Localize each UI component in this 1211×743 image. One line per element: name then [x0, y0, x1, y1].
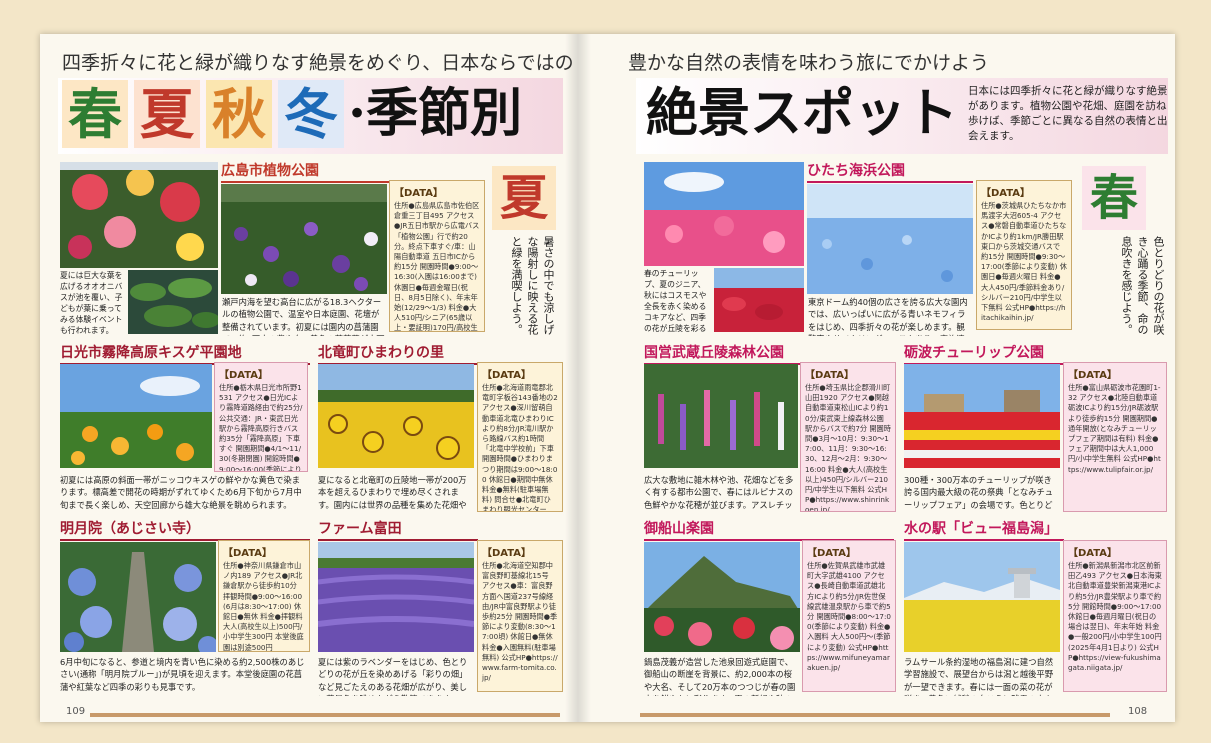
hokuryu-data-text: 住所●北海道雨竜郡北竜町字板谷143番地の2 アクセス●深川留萌自動車道北竜ひま… [482, 383, 558, 512]
hokuryu-description: 夏になると北竜町の丘陵地一帯が200万本を超えるひまわりで埋め尽くされます。園内… [318, 475, 467, 510]
title-season-spring: 春 [62, 80, 128, 148]
title-season-autumn: 秋 [206, 80, 272, 148]
nikko-data-text: 住所●栃木県日光市所野1531 アクセス●日光ICより霧降道路経由で約25分/公… [219, 383, 303, 472]
nikko-data-heading: 【DATA】 [219, 370, 269, 381]
hiroshima-data-box: 【DATA】 住所●広島県広島市佐伯区倉重三丁目495 アクセス●JR五日市駅か… [389, 180, 485, 332]
page-bar-right [640, 713, 1110, 717]
mifuneyama-data-heading: 【DATA】 [807, 548, 857, 559]
musashi-description: 広大な敷地に雑木林や池、花畑などを多く有する都市公園で、春にはルピナスの色鮮やか… [644, 475, 794, 510]
hiroshima-title: 広島市植物公園 [221, 161, 391, 183]
musashi-data-text: 住所●埼玉県比企郡滑川町山田1920 アクセス●関越自動車道東松山ICより約10… [805, 383, 891, 512]
page-bar-left [90, 713, 560, 717]
tomita-data-box: 【DATA】 住所●北海道空知郡中富良野町基線北15号 アクセス●車：富良野方面… [477, 540, 563, 692]
musashi-lupine-photo [644, 364, 798, 468]
hiroshima-iris-photo [221, 184, 387, 294]
nikko-daylily-photo [60, 364, 212, 468]
nikko-description: 初夏には高原の斜面一帯がニッコウキスゲの鮮やかな黄色で染まります。標高差で開花の… [60, 475, 302, 510]
meigetsuin-data-box: 【DATA】 住所●神奈川県鎌倉市山ノ内189 アクセス●JR北鎌倉駅から徒歩約… [218, 540, 310, 652]
fukushimagata-data-box: 【DATA】 住所●新潟県新潟市北区前新田乙493 アクセス●日本海東北自動車道… [1063, 540, 1167, 692]
nikko-data-box: 【DATA】 住所●栃木県日光市所野1531 アクセス●日光ICより霧降道路経由… [214, 362, 308, 472]
tonami-data-heading: 【DATA】 [1068, 370, 1118, 381]
hiroshima-description: 瀬戸内海を望む高台に広がる18.3ヘクタールの植物公園で、温室や日本庭園、花壇が… [222, 297, 385, 336]
fukushimagata-rapeseed-photo [904, 542, 1060, 652]
tonami-title: 砺波チューリップ公園 [904, 343, 1064, 365]
fukushimagata-description: ラムサール条約湿地の福島潟に建つ自然学習施設で、展望台からは潟と越後平野が一望で… [904, 657, 1054, 696]
lead-text-left: 四季折々に花と緑が織りなす絶景をめぐり、日本ならではの [62, 52, 574, 74]
hitachi-nemophila-photo [807, 184, 973, 294]
tonami-description: 300種・300万本のチューリップが咲き誇る国内最大級の花の祭典「となみチューリ… [904, 475, 1054, 510]
title-season-summer: 夏 [134, 80, 200, 148]
hitachi-data-heading: 【DATA】 [981, 188, 1031, 199]
mifuneyama-garden-photo [644, 542, 800, 652]
fukushimagata-data-text: 住所●新潟県新潟市北区前新田乙493 アクセス●日本海東北自動車道豊栄新潟東港I… [1068, 561, 1162, 673]
intro-text: 日本には四季折々に花と緑が織りなす絶景があります。植物公園や花畑、庭園を訪ね歩け… [968, 85, 1168, 142]
hiroshima-lotus-photo [128, 270, 218, 334]
meigetsuin-data-text: 住所●神奈川県鎌倉市山ノ内189 アクセス●JR北鎌倉駅から徒歩約10分 拝観時… [223, 561, 304, 652]
hitachi-kochia-photo [714, 268, 804, 332]
mifuneyama-data-box: 【DATA】 住所●佐賀県武雄市武雄町大字武雄4100 アクセス●長崎自動車道武… [802, 540, 896, 692]
spring-tag: 春 [1082, 166, 1146, 230]
hiroshima-data-heading: 【DATA】 [394, 188, 444, 199]
tonami-tulip-photo [904, 364, 1060, 468]
hitachi-tulip-photo [644, 162, 804, 266]
hokuryu-data-box: 【DATA】 住所●北海道雨竜郡北竜町字板谷143番地の2 アクセス●深川留萌自… [477, 362, 563, 512]
tonami-data-text: 住所●富山県砺波市花園町1-32 アクセス●北陸自動車道砺波ICより約15分/J… [1068, 383, 1161, 474]
meigetsuin-data-heading: 【DATA】 [223, 548, 273, 559]
musashi-data-heading: 【DATA】 [805, 370, 855, 381]
page-number-left: 109 [66, 706, 86, 717]
tomita-data-text: 住所●北海道空知郡中富良野町基線北15号 アクセス●車：富良野方面へ国道237号… [482, 561, 558, 683]
hokuryu-data-heading: 【DATA】 [482, 370, 532, 381]
page-number-right: 108 [1128, 706, 1148, 717]
spring-vertical-text: 色とりどりの花が咲き心踊る季節、命の息吹きを感じよう。 [1120, 236, 1165, 335]
mifuneyama-description: 鍋島茂義が造営した池泉回遊式庭園で、御船山の断崖を背景に、約2,000本の桜や大… [644, 657, 796, 696]
musashi-data-box: 【DATA】 住所●埼玉県比企郡滑川町山田1920 アクセス●関越自動車道東松山… [800, 362, 896, 512]
title-season-winter: 冬 [278, 80, 344, 148]
title-scenic-spots: 絶景スポット [646, 83, 959, 144]
mifuneyama-data-text: 住所●佐賀県武雄市武雄町大字武雄4100 アクセス●長崎自動車道武雄北方ICより… [807, 561, 891, 673]
meigetsuin-description: 6月中旬になると、参道と境内を青い色に染める約2,500株のあじさい(通称「明月… [60, 657, 305, 692]
summer-tag: 夏 [492, 166, 556, 230]
hitachi-data-text: 住所●茨城県ひたちなか市馬渡字大沼605-4 アクセス●常磐自動車道ひたちなかI… [981, 201, 1067, 323]
meigetsuin-hydrangea-photo [60, 542, 216, 652]
fukushimagata-title: 水の駅「ビュー福島潟」 [904, 519, 1064, 541]
hiroshima-greenhouse-photo [60, 162, 218, 268]
hitachi-title: ひたち海浜公園 [807, 161, 973, 183]
mifuneyama-title: 御船山楽園 [644, 519, 894, 541]
summer-vertical-text: 暑さの中でも涼しげな陽射しに映える花と緑を満喫しよう。 [510, 236, 555, 335]
meigetsuin-title: 明月院（あじさい寺） [60, 519, 310, 541]
tomita-data-heading: 【DATA】 [482, 548, 532, 559]
hokuryu-sunflower-photo [318, 364, 474, 468]
hiroshima-data-text: 住所●広島県広島市佐伯区倉重三丁目495 アクセス●JR五日市駅から広電バス「植… [394, 201, 480, 332]
hitachi-data-box: 【DATA】 住所●茨城県ひたちなか市馬渡字大沼605-4 アクセス●常磐自動車… [976, 180, 1072, 330]
fukushimagata-data-heading: 【DATA】 [1068, 548, 1118, 559]
lead-text-right: 豊かな自然の表情を味わう旅にでかけよう [628, 52, 990, 74]
title-seasonal: ·季節別 [348, 83, 523, 144]
tonami-data-box: 【DATA】 住所●富山県砺波市花園町1-32 アクセス●北陸自動車道砺波ICよ… [1063, 362, 1167, 512]
page-gutter [565, 34, 591, 722]
tomita-lavender-photo [318, 542, 474, 652]
hokuryu-title: 北竜町ひまわりの里 [318, 343, 478, 365]
hitachi-description: 東京ドーム約40個の広さを誇る広大な園内では、広いっぱいに広がる青いネモフィラを… [808, 297, 968, 336]
tomita-title: ファーム富田 [318, 519, 478, 541]
tomita-description: 夏には紫のラベンダーをはじめ、色とりどりの花が丘を染めあげる「彩りの畑」など見ご… [318, 657, 468, 696]
hiroshima-small-caption: 夏には巨大な葉を広げるオオオニバスが池を覆い、子どもが葉に乗ってみる体験イベント… [60, 271, 123, 335]
hitachi-small-caption: 春のチューリップ、夏のジニア、秋にはコスモスや全長を赤く染めるコキアなど、四季の… [644, 269, 707, 333]
